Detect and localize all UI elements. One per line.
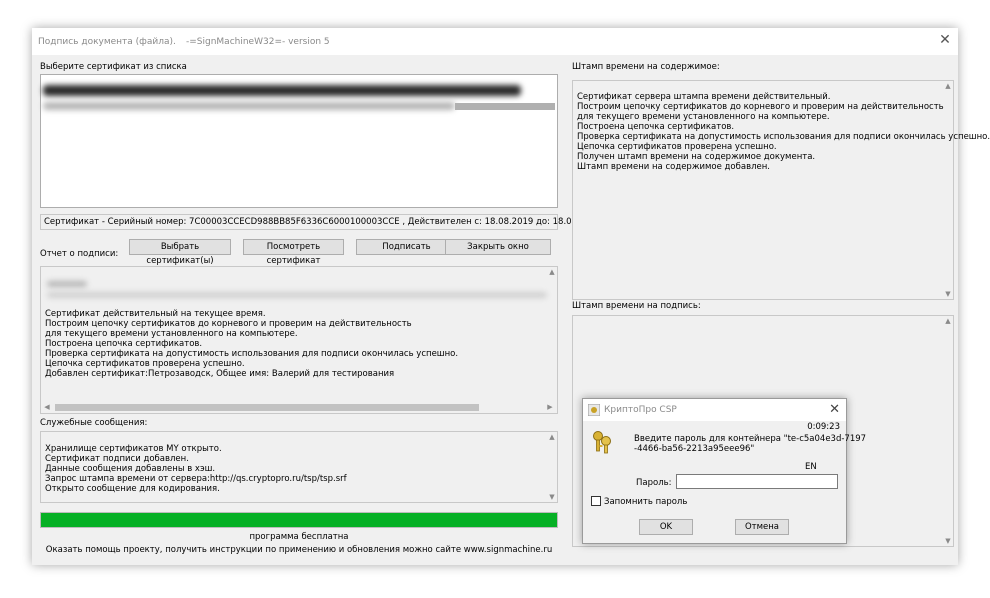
service-messages-label: Служебные сообщения: [40,418,148,428]
redacted-certificate-entry [43,102,455,110]
service-vertical-scrollbar[interactable]: ▲ ▼ [547,432,557,502]
certificate-info: Сертификат - Серийный номер: 7C00003CCEC… [44,217,602,227]
certificate-info-bar: Сертификат - Серийный номер: 7C00003CCEC… [40,214,601,230]
footer-free-text: программа бесплатна [249,532,349,542]
dialog-title: КриптоПро CSP [604,405,677,415]
cryptopro-password-dialog: КриптоПро CSP ✕ 0:09:23 Введите пароль д… [582,398,866,544]
signature-stamp-label: Штамп времени на подпись: [572,301,701,311]
report-vertical-scrollbar[interactable]: ▲ [547,267,557,401]
window-version: -=SignMachineW32=- version 5 [186,37,330,47]
content-stamp-label: Штамп времени на содержимое: [572,62,720,72]
signature-stamp-scrollbar[interactable]: ▲ ▼ [943,316,953,546]
keyboard-layout-indicator: EN [805,462,817,472]
scroll-up-icon[interactable]: ▲ [943,81,953,91]
scroll-up-icon[interactable]: ▲ [547,432,557,442]
remember-password-label: Запомнить пароль [604,497,688,507]
scroll-down-icon[interactable]: ▼ [943,536,953,546]
progress-fill [41,513,557,527]
redacted-line [47,292,547,298]
report-label: Отчет о подписи: [40,249,119,259]
password-input[interactable] [676,474,838,489]
close-window-button[interactable]: Закрыть окно [445,239,551,255]
remember-password-checkbox[interactable] [591,496,601,506]
service-log: Хранилище сертификатов MY открыто. Серти… [45,444,347,494]
title-bar: Подпись документа (файла). -=SignMachine… [32,28,958,55]
selection-highlight [455,103,555,110]
progress-bar [40,512,558,528]
scroll-down-icon[interactable]: ▼ [943,289,953,299]
service-messages-panel: ▲ ▼ Хранилище сертификатов MY открыто. С… [40,431,558,503]
scroll-down-icon[interactable]: ▼ [547,492,557,502]
window-title: Подпись документа (файла). [38,37,176,47]
scroll-up-icon[interactable]: ▲ [547,267,557,277]
keys-icon [593,431,611,454]
dialog-timer: 0:09:23 [807,422,840,432]
content-stamp-panel: ▲ ▼ Сертификат сервера штампа времени де… [572,80,990,300]
certificate-list[interactable] [40,74,558,208]
redacted-line [47,281,87,287]
scroll-thumb[interactable] [55,404,479,411]
close-icon[interactable]: ✕ [938,33,952,47]
scroll-up-icon[interactable]: ▲ [943,316,953,326]
dialog-title-bar: КриптоПро CSP ✕ [583,399,846,421]
cancel-button[interactable]: Отмена [735,519,789,535]
redacted-certificate-entry [43,85,521,96]
report-horizontal-scrollbar[interactable]: ◀ ▶ [41,401,553,413]
content-stamp-log: Сертификат сервера штампа времени действ… [577,92,990,172]
cert-list-label: Выберите сертификат из списка [40,62,187,72]
dialog-prompt: Введите пароль для контейнера "te-c5a04e… [634,434,867,454]
password-label: Пароль: [636,478,672,488]
footer-help-text[interactable]: Оказать помощь проекту, получить инструк… [40,545,558,555]
cryptopro-logo-icon [588,404,600,416]
ok-button[interactable]: OK [639,519,693,535]
report-log: Сертификат действительный на текущее вре… [45,309,459,379]
report-panel: ▲ Сертификат действительный на текущее в… [40,266,558,414]
choose-certificate-button[interactable]: Выбрать сертификат(ы) [129,239,231,266]
sign-button[interactable]: Подписать [356,239,457,255]
scroll-right-icon[interactable]: ▶ [545,402,555,412]
scroll-left-icon[interactable]: ◀ [42,402,52,412]
dialog-close-icon[interactable]: ✕ [829,402,840,417]
view-certificate-button[interactable]: Посмотреть сертификат [243,239,344,266]
